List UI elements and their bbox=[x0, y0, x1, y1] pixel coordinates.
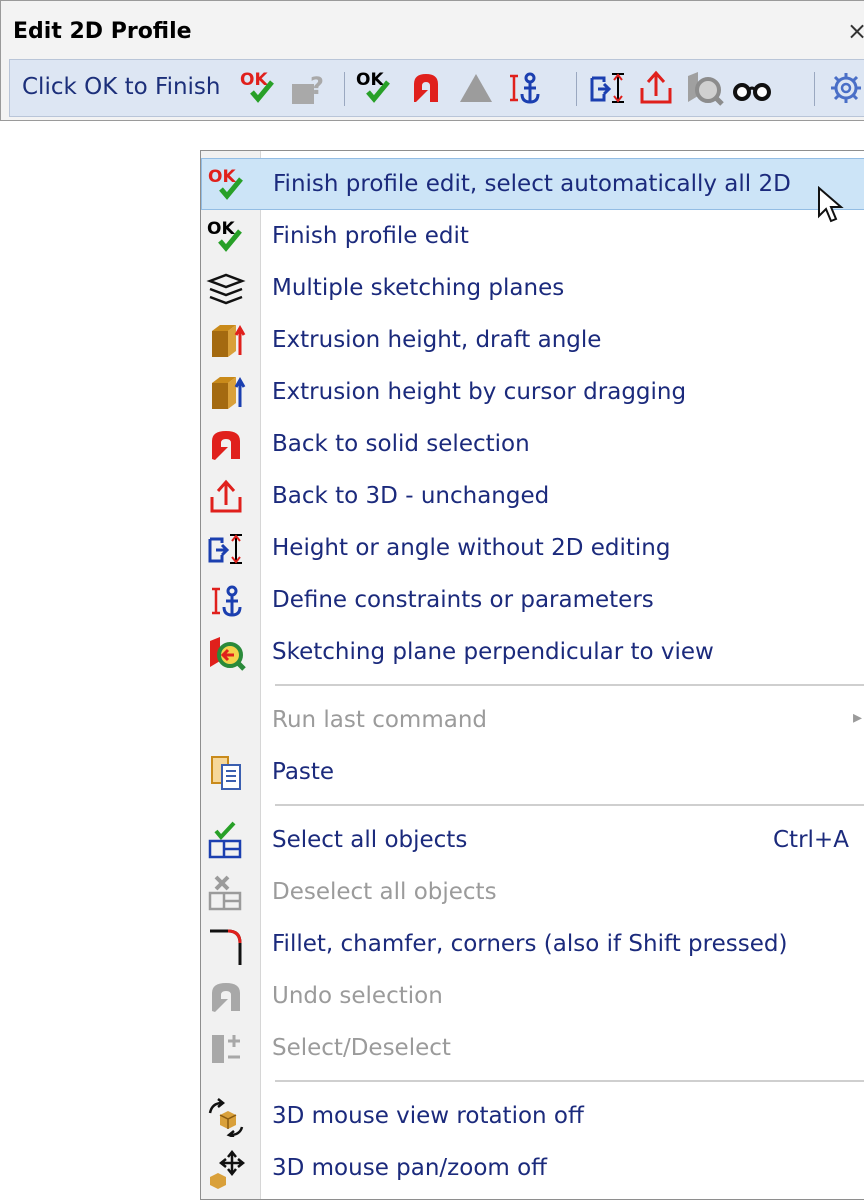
menu-item-select-deselect[interactable]: Select/Deselect bbox=[201, 1023, 864, 1075]
grey-query-icon[interactable]: ? bbox=[288, 68, 328, 108]
toolbar-separator bbox=[576, 72, 577, 106]
menu-item-finish-select-all-2d[interactable]: OK Finish profile edit, select automatic… bbox=[201, 158, 864, 210]
menu-separator bbox=[275, 684, 864, 686]
menu-item-run-last-command[interactable]: Run last command ▸ bbox=[201, 695, 864, 747]
fillet-icon bbox=[210, 929, 242, 965]
menu-separator bbox=[275, 804, 864, 806]
edit-2d-profile-panel: Edit 2D Profile × Click OK to Finish OK … bbox=[0, 0, 864, 121]
menu-item-label: Fillet, chamfer, corners (also if Shift … bbox=[272, 931, 788, 957]
menu-item-deselect-all-objects[interactable]: Deselect all objects bbox=[201, 867, 864, 919]
menu-item-label: Extrusion height, draft angle bbox=[272, 327, 602, 353]
menu-item-label: Extrusion height by cursor dragging bbox=[272, 379, 687, 405]
menu-item-label: Sketching plane perpendicular to view bbox=[272, 639, 714, 665]
menu-item-finish-profile-edit[interactable]: OK Finish profile edit bbox=[201, 211, 864, 263]
menu-item-height-angle-without-2d[interactable]: Height or angle without 2D editing bbox=[201, 523, 864, 575]
menu-item-label: Back to solid selection bbox=[272, 431, 530, 457]
mouse-pan-icon bbox=[210, 1149, 246, 1189]
toolbar-separator bbox=[344, 72, 345, 106]
menu-item-3d-mouse-pan-zoom-off[interactable]: 3D mouse pan/zoom off bbox=[201, 1143, 864, 1195]
ok-all-icon: OK bbox=[208, 167, 243, 200]
select-all-icon bbox=[208, 821, 242, 859]
menu-item-label: Deselect all objects bbox=[272, 879, 497, 905]
svg-text:OK: OK bbox=[356, 70, 384, 90]
menu-item-label: Undo selection bbox=[272, 983, 443, 1009]
context-menu: OK Finish profile edit, select automatic… bbox=[200, 150, 864, 1200]
menu-item-select-all-objects[interactable]: Select all objects Ctrl+A bbox=[201, 815, 864, 867]
svg-text:?: ? bbox=[310, 72, 324, 100]
ok-all-icon[interactable]: OK bbox=[238, 68, 278, 108]
select-deselect-icon bbox=[212, 1035, 240, 1063]
menu-item-back-to-3d-unchanged[interactable]: Back to 3D - unchanged bbox=[201, 471, 864, 523]
menu-item-label: Height or angle without 2D editing bbox=[272, 535, 671, 561]
undo-red-icon[interactable] bbox=[406, 68, 446, 108]
toolbar: Click OK to Finish OK ? OK bbox=[9, 59, 864, 117]
menu-item-extrusion-height-dragging[interactable]: Extrusion height by cursor dragging bbox=[201, 367, 864, 419]
menu-item-label: Finish profile edit, select automaticall… bbox=[273, 171, 791, 197]
height-angle-icon bbox=[208, 534, 242, 564]
perpendicular-plane-icon bbox=[210, 637, 246, 671]
menu-item-back-to-solid-selection[interactable]: Back to solid selection bbox=[201, 419, 864, 471]
menu-item-3d-mouse-rotation-off[interactable]: 3D mouse view rotation off bbox=[201, 1091, 864, 1143]
menu-item-label: Finish profile edit bbox=[272, 223, 469, 249]
extrusion-red-icon bbox=[212, 324, 246, 357]
multi-plane-icon bbox=[206, 273, 246, 305]
menu-item-fillet-chamfer-corners[interactable]: Fillet, chamfer, corners (also if Shift … bbox=[201, 919, 864, 971]
glasses-icon[interactable] bbox=[732, 68, 772, 108]
toolbar-separator bbox=[814, 72, 815, 106]
extrusion-blue-icon bbox=[212, 376, 246, 409]
menu-item-label: Select all objects bbox=[272, 827, 468, 853]
menu-item-label: Multiple sketching planes bbox=[272, 275, 565, 301]
menu-item-sketching-plane-perpendicular[interactable]: Sketching plane perpendicular to view bbox=[201, 627, 864, 679]
undo-red-icon bbox=[212, 431, 240, 460]
submenu-arrow-icon: ▸ bbox=[853, 707, 863, 728]
menu-item-label: Back to 3D - unchanged bbox=[272, 483, 550, 509]
menu-item-define-constraints[interactable]: Define constraints or parameters bbox=[201, 575, 864, 627]
menu-item-multiple-sketching-planes[interactable]: Multiple sketching planes bbox=[201, 263, 864, 315]
toolbar-hint: Click OK to Finish bbox=[22, 74, 221, 100]
ok-icon: OK bbox=[207, 219, 242, 252]
mouse-pointer-icon bbox=[818, 186, 844, 223]
constraint-anchor-icon bbox=[212, 585, 242, 617]
gear-icon[interactable] bbox=[826, 68, 864, 108]
menu-item-paste[interactable]: Paste bbox=[201, 747, 864, 799]
height-angle-icon[interactable] bbox=[588, 68, 628, 108]
perpendicular-plane-icon[interactable] bbox=[684, 68, 724, 108]
menu-item-label: Define constraints or parameters bbox=[272, 587, 654, 613]
svg-text:OK: OK bbox=[240, 70, 268, 90]
back-3d-icon[interactable] bbox=[636, 68, 676, 108]
grey-triangle-icon[interactable] bbox=[456, 68, 496, 108]
menu-item-undo-selection[interactable]: Undo selection bbox=[201, 971, 864, 1023]
menu-item-label: 3D mouse pan/zoom off bbox=[272, 1155, 548, 1181]
menu-item-shortcut: Ctrl+A bbox=[773, 827, 849, 853]
close-icon[interactable]: × bbox=[847, 17, 864, 45]
deselect-all-icon bbox=[208, 875, 242, 911]
menu-item-label: Paste bbox=[272, 759, 335, 785]
undo-grey-icon bbox=[212, 983, 240, 1012]
svg-text:OK: OK bbox=[208, 167, 236, 187]
menu-item-label: Select/Deselect bbox=[272, 1035, 451, 1061]
mouse-rotate-icon bbox=[208, 1098, 244, 1137]
menu-separator bbox=[275, 1080, 864, 1082]
menu-item-label: 3D mouse view rotation off bbox=[272, 1103, 584, 1129]
panel-title: Edit 2D Profile bbox=[13, 19, 192, 44]
constraint-anchor-icon[interactable] bbox=[504, 68, 544, 108]
menu-item-label: Run last command bbox=[272, 707, 488, 733]
paste-icon bbox=[211, 756, 241, 790]
svg-text:OK: OK bbox=[207, 219, 235, 239]
menu-item-extrusion-height-draft-angle[interactable]: Extrusion height, draft angle bbox=[201, 315, 864, 367]
back-3d-icon bbox=[210, 479, 242, 513]
ok-icon[interactable]: OK bbox=[354, 68, 394, 108]
